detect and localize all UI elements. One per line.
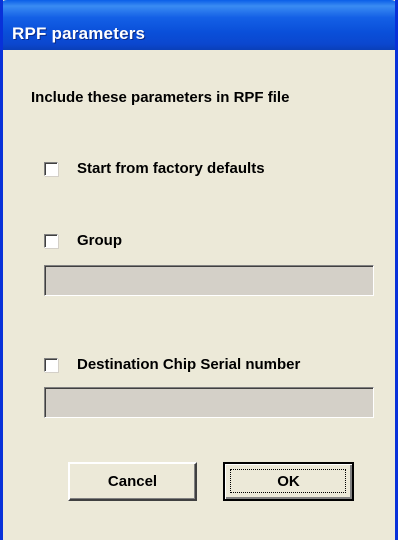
factory-defaults-option[interactable]: Start from factory defaults <box>44 160 265 177</box>
group-label[interactable]: Group <box>77 232 122 249</box>
dialog-heading: Include these parameters in RPF file <box>31 89 290 106</box>
destination-serial-field[interactable] <box>44 387 374 418</box>
window-title: RPF parameters <box>12 24 146 43</box>
group-option[interactable]: Group <box>44 232 122 249</box>
cancel-button-label: Cancel <box>107 473 158 490</box>
cancel-button[interactable]: Cancel <box>68 462 197 501</box>
title-bar[interactable]: RPF parameters <box>3 0 395 50</box>
ok-button-label: OK <box>277 473 300 490</box>
destination-serial-option[interactable]: Destination Chip Serial number <box>44 356 300 373</box>
factory-defaults-label[interactable]: Start from factory defaults <box>77 160 265 177</box>
group-field[interactable] <box>44 265 374 296</box>
factory-defaults-checkbox[interactable] <box>44 161 58 176</box>
group-checkbox[interactable] <box>44 233 58 248</box>
destination-serial-checkbox[interactable] <box>44 357 58 372</box>
rpf-parameters-dialog: RPF parameters Include these parameters … <box>0 0 398 540</box>
destination-serial-label[interactable]: Destination Chip Serial number <box>77 356 300 373</box>
ok-button[interactable]: OK <box>223 462 354 501</box>
